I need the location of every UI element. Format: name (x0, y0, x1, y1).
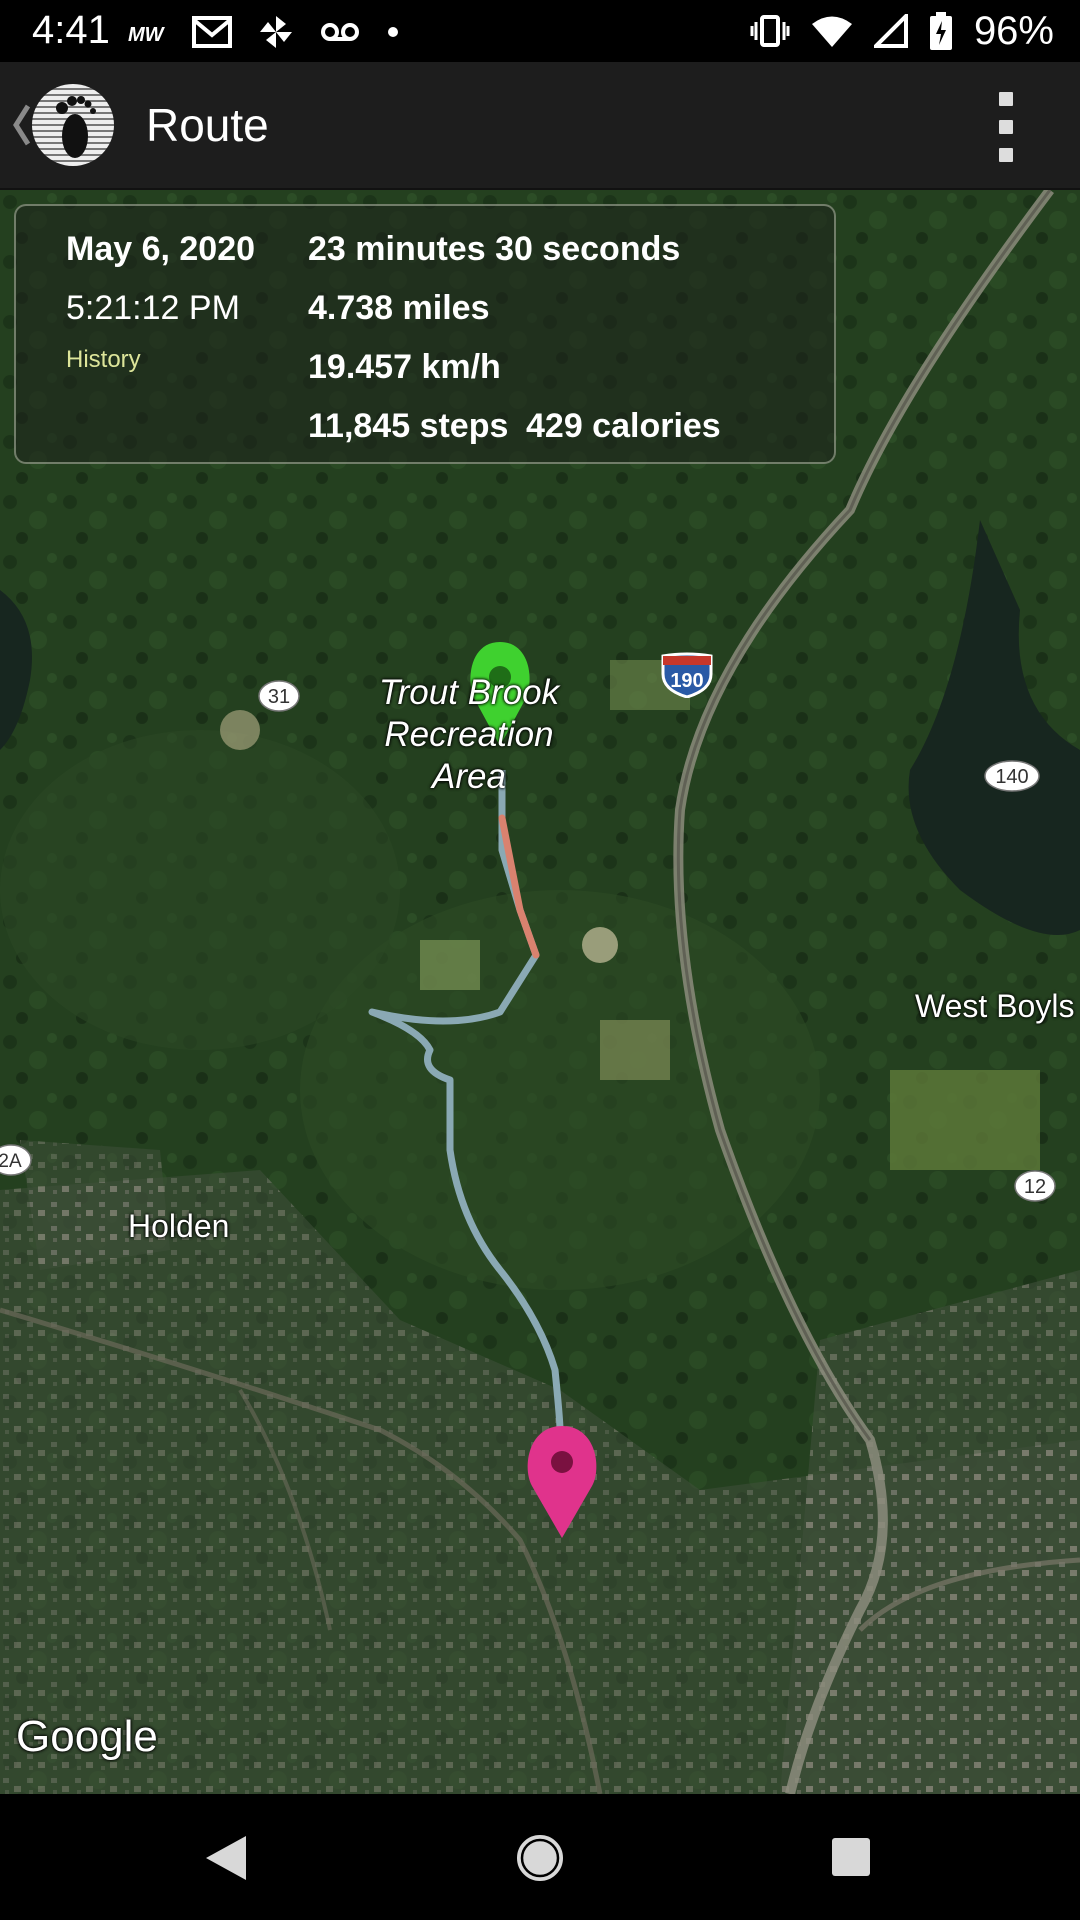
status-bar: 4:41 MW 96% (0, 0, 1080, 62)
overflow-menu-button[interactable] (986, 92, 1026, 162)
battery-percent: 96% (973, 8, 1054, 53)
route-12-shield: 12 (1014, 1170, 1056, 1202)
overflow-dot (999, 120, 1013, 134)
pinwheel-icon (260, 16, 292, 48)
svg-text:31: 31 (268, 686, 290, 708)
back-chevron-icon[interactable] (10, 100, 32, 150)
satellite-map[interactable]: 31 190 140 12 2A Trout Brook Recreation … (0, 190, 1080, 1794)
nav-home-icon[interactable] (514, 1832, 566, 1884)
route-distance: 4.738 miles (308, 289, 490, 327)
status-time: 4:41 (32, 8, 110, 52)
svg-text:MW: MW (128, 24, 166, 46)
overflow-dot (999, 92, 1013, 106)
wifi-icon (811, 16, 852, 47)
route-31-shield: 31 (258, 680, 300, 712)
notification-icons: MW (128, 12, 400, 52)
navigation-bar (0, 1794, 1080, 1920)
map-label-line: Recreation (384, 715, 554, 754)
nav-recents-icon[interactable] (830, 1836, 872, 1878)
route-speed: 19.457 km/h (308, 348, 501, 386)
map-label-holden: Holden (128, 1208, 230, 1244)
map-label-west-boylston: West Boyls (915, 988, 1075, 1024)
signal-icon (873, 14, 908, 48)
svg-text:2A: 2A (0, 1151, 22, 1172)
overflow-dot (999, 148, 1013, 162)
dot-icon (388, 27, 398, 37)
nav-back-icon[interactable] (204, 1834, 248, 1882)
gmail-icon (192, 16, 232, 48)
voicemail-icon (321, 23, 359, 41)
map-label-line: Area (432, 757, 506, 796)
footprint-logo[interactable] (32, 84, 114, 166)
route-140-shield: 140 (984, 760, 1040, 792)
route-date: May 6, 2020 (66, 230, 256, 268)
battery-charging-icon (929, 12, 952, 50)
route-122a-shield: 2A (0, 1144, 32, 1176)
vibrate-icon (750, 15, 790, 47)
page-title: Route (146, 99, 269, 151)
mw-icon: MW (128, 24, 166, 46)
svg-text:190: 190 (670, 670, 703, 692)
history-link[interactable]: History (66, 346, 141, 374)
map-label-line: Trout Brook (378, 673, 560, 712)
google-logo: Google (16, 1712, 158, 1761)
map-label-trout-brook: Trout Brook Recreation Area (376, 672, 562, 798)
svg-text:140: 140 (995, 766, 1028, 788)
route-duration: 23 minutes 30 seconds (308, 230, 681, 268)
app-bar: Route (0, 62, 1080, 190)
system-icons: 96% (750, 8, 1054, 54)
interstate-190-shield: 190 (661, 652, 713, 698)
route-calories: 429 calories (526, 407, 721, 445)
route-steps: 11,845 steps (308, 407, 509, 445)
route-time: 5:21:12 PM (66, 289, 240, 327)
route-summary-panel: May 6, 2020 5:21:12 PM History 23 minute… (14, 204, 836, 464)
svg-text:12: 12 (1024, 1176, 1046, 1198)
footprint-icon (56, 96, 96, 158)
